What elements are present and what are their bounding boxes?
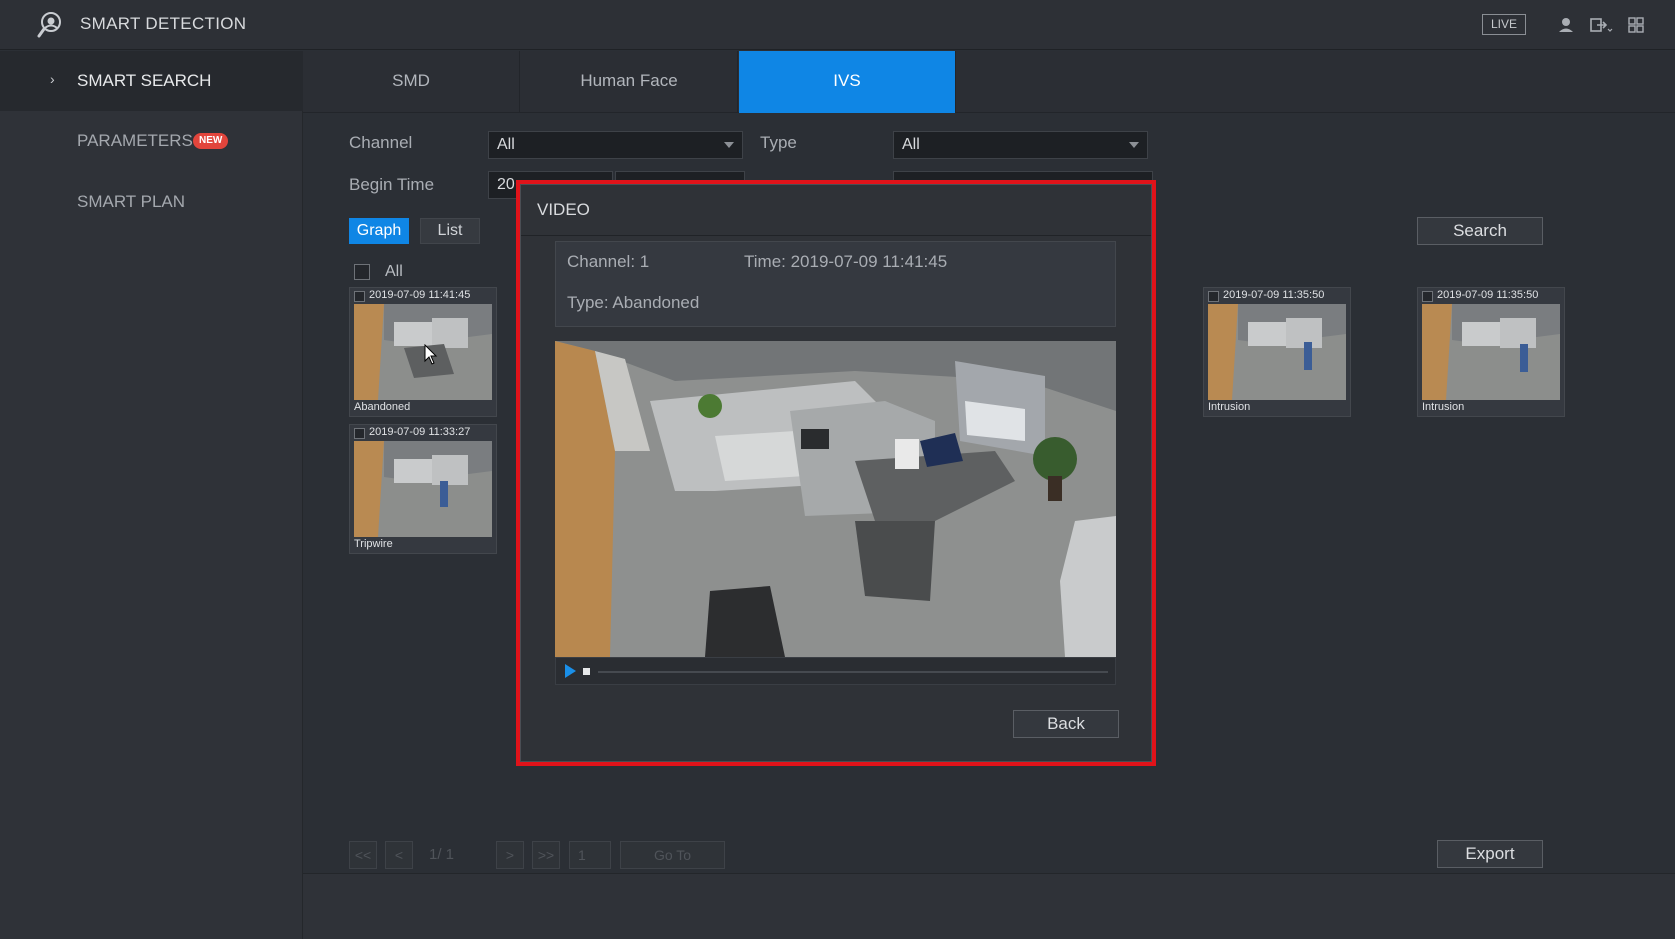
result-thumbnail[interactable]: 2019-07-09 11:33:27 Tripwire bbox=[349, 424, 497, 554]
event-time: Time: 2019-07-09 11:41:45 bbox=[744, 252, 948, 271]
video-progress-track[interactable] bbox=[598, 671, 1108, 673]
export-button[interactable]: Export bbox=[1437, 840, 1543, 868]
thumbnail-checkbox[interactable] bbox=[354, 428, 365, 439]
sidebar-item-label: PARAMETERS bbox=[77, 131, 193, 150]
go-to-button[interactable]: Go To bbox=[620, 841, 725, 869]
chevron-right-icon: › bbox=[50, 71, 55, 87]
tab-human-face[interactable]: Human Face bbox=[521, 51, 738, 113]
result-thumbnail[interactable]: 2019-07-09 11:41:45 Abandoned bbox=[349, 287, 497, 417]
video-frame-image bbox=[555, 341, 1116, 657]
event-info-box: Channel: 1 Time: 2019-07-09 11:41:45 Typ… bbox=[555, 241, 1116, 327]
thumbnail-type: Tripwire bbox=[354, 538, 393, 550]
tab-smd[interactable]: SMD bbox=[303, 51, 520, 113]
thumbnail-checkbox[interactable] bbox=[1208, 291, 1219, 302]
dropdown-caret-icon bbox=[724, 142, 734, 148]
thumbnail-time: 2019-07-09 11:41:45 bbox=[369, 289, 471, 301]
thumbnail-time: 2019-07-09 11:35:50 bbox=[1437, 289, 1539, 301]
graph-view-button[interactable]: Graph bbox=[349, 218, 409, 244]
result-thumbnail[interactable]: 2019-07-09 11:35:50 Intrusion bbox=[1203, 287, 1351, 417]
video-player[interactable] bbox=[555, 341, 1116, 657]
logout-icon[interactable] bbox=[1588, 14, 1614, 36]
thumbnail-image[interactable] bbox=[1208, 304, 1346, 400]
dropdown-caret-icon bbox=[1129, 142, 1139, 148]
sidebar-item-label: SMART SEARCH bbox=[77, 71, 212, 90]
new-badge: NEW bbox=[193, 133, 229, 149]
type-label: Type bbox=[760, 133, 797, 152]
stop-icon[interactable] bbox=[583, 668, 590, 675]
page-indicator: 1/ 1 bbox=[429, 846, 455, 863]
sidebar-item-label: SMART PLAN bbox=[77, 192, 186, 211]
app-title: SMART DETECTION bbox=[80, 14, 247, 33]
event-channel: Channel: 1 bbox=[567, 252, 650, 271]
search-button[interactable]: Search bbox=[1417, 217, 1543, 245]
thumbnail-type: Abandoned bbox=[354, 401, 411, 413]
top-bar: SMART DETECTION LIVE bbox=[0, 0, 1675, 50]
type-select-value: All bbox=[902, 136, 920, 153]
video-dialog-header: VIDEO bbox=[521, 185, 1151, 236]
thumbnail-checkbox[interactable] bbox=[354, 291, 365, 302]
page-number-input[interactable]: 1 bbox=[569, 841, 611, 869]
thumbnail-time: 2019-07-09 11:33:27 bbox=[369, 426, 471, 438]
user-icon[interactable] bbox=[1555, 14, 1577, 36]
live-button[interactable]: LIVE bbox=[1482, 14, 1526, 35]
thumbnail-time: 2019-07-09 11:35:50 bbox=[1223, 289, 1325, 301]
back-button[interactable]: Back bbox=[1013, 710, 1119, 738]
event-type: Type: Abandoned bbox=[567, 293, 700, 312]
result-thumbnail[interactable]: 2019-07-09 11:35:50 Intrusion bbox=[1417, 287, 1565, 417]
channel-select-value: All bbox=[497, 136, 515, 153]
select-all-label: All bbox=[385, 263, 403, 280]
next-page-button[interactable]: > bbox=[496, 841, 524, 869]
sidebar-item-smart-search[interactable]: › SMART SEARCH bbox=[0, 51, 303, 111]
tab-bar: SMD Human Face IVS bbox=[303, 51, 1675, 113]
sidebar-item-smart-plan[interactable]: SMART PLAN bbox=[0, 172, 303, 232]
video-controls bbox=[555, 657, 1116, 685]
video-dialog-title: VIDEO bbox=[537, 200, 590, 219]
tab-ivs[interactable]: IVS bbox=[739, 51, 956, 113]
last-page-button[interactable]: >> bbox=[532, 841, 560, 869]
mouse-cursor-icon bbox=[424, 344, 438, 365]
thumbnail-image[interactable] bbox=[354, 304, 492, 400]
sidebar: › SMART SEARCH PARAMETERS NEW SMART PLAN bbox=[0, 51, 303, 939]
channel-label: Channel bbox=[349, 133, 413, 152]
video-dialog: VIDEO Channel: 1 Time: 2019-07-09 11:41:… bbox=[520, 184, 1152, 762]
thumbnail-type: Intrusion bbox=[1422, 401, 1465, 413]
thumbnail-type: Intrusion bbox=[1208, 401, 1251, 413]
play-icon[interactable] bbox=[565, 664, 576, 678]
list-view-button[interactable]: List bbox=[420, 218, 480, 244]
first-page-button[interactable]: << bbox=[349, 841, 377, 869]
prev-page-button[interactable]: < bbox=[385, 841, 413, 869]
select-all-checkbox[interactable] bbox=[354, 264, 370, 280]
thumbnail-image[interactable] bbox=[354, 441, 492, 537]
status-strip bbox=[303, 873, 1675, 939]
sidebar-item-parameters[interactable]: PARAMETERS NEW bbox=[0, 111, 303, 171]
thumbnail-checkbox[interactable] bbox=[1422, 291, 1433, 302]
channel-select[interactable]: All bbox=[488, 131, 743, 159]
begin-time-label: Begin Time bbox=[349, 175, 435, 194]
type-select[interactable]: All bbox=[893, 131, 1148, 159]
smart-detection-logo-icon bbox=[37, 12, 61, 38]
thumbnail-image[interactable] bbox=[1422, 304, 1560, 400]
layout-grid-icon[interactable] bbox=[1625, 14, 1647, 36]
